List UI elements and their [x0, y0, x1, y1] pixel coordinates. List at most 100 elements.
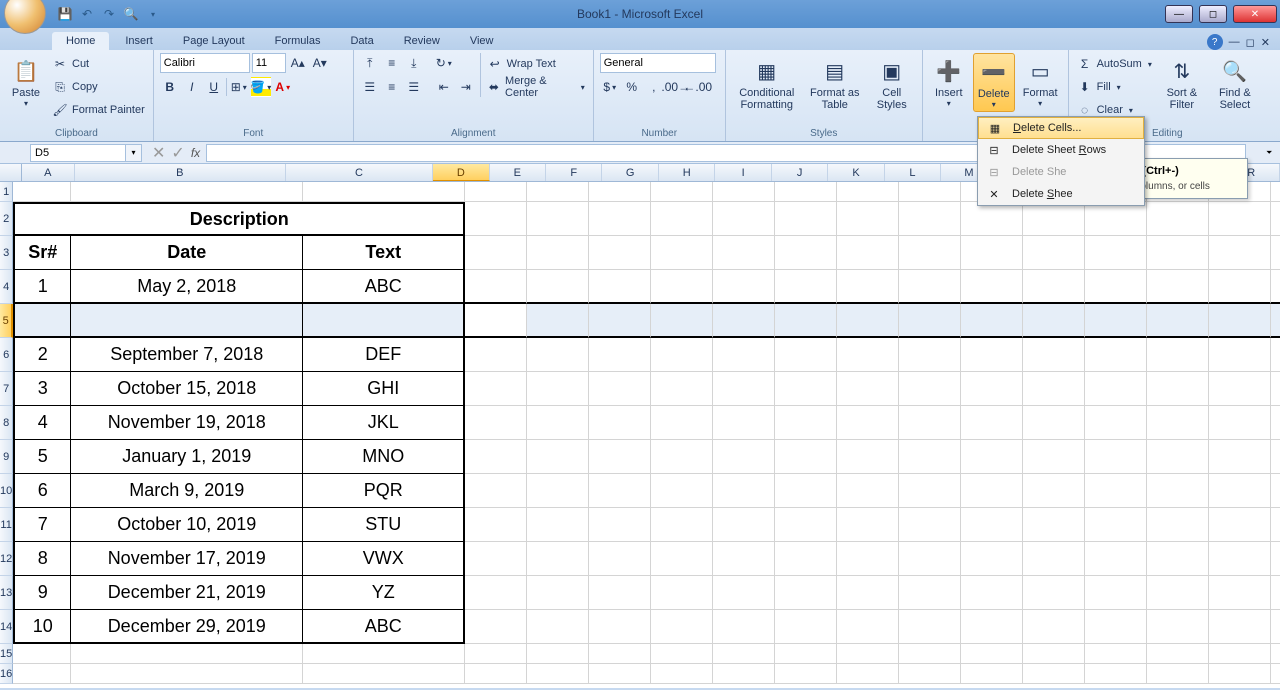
cell-header-date[interactable]: Date [71, 236, 303, 270]
cell[interactable] [527, 304, 589, 338]
cell[interactable] [837, 182, 899, 202]
font-color-icon[interactable]: A [273, 77, 293, 97]
cell[interactable] [713, 304, 775, 338]
cell[interactable] [465, 644, 527, 664]
cell[interactable] [837, 202, 899, 236]
cell[interactable] [13, 644, 71, 664]
cell[interactable]: STU [303, 508, 465, 542]
cell[interactable] [527, 644, 589, 664]
conditional-formatting-button[interactable]: ▦Conditional Formatting [732, 53, 802, 113]
decrease-decimal-icon[interactable]: ←.00 [688, 77, 708, 97]
cell[interactable] [1085, 202, 1147, 236]
cell[interactable] [775, 338, 837, 372]
cell[interactable]: 4 [13, 406, 71, 440]
orientation-icon[interactable]: ↻ [434, 53, 454, 73]
cell[interactable] [1023, 236, 1085, 270]
cell[interactable] [651, 182, 713, 202]
cell[interactable]: YZ [303, 576, 465, 610]
fill-button[interactable]: ⬇Fill [1075, 76, 1154, 98]
doc-restore-icon[interactable]: ◻ [1246, 36, 1255, 49]
cell[interactable] [465, 610, 527, 644]
cell[interactable] [71, 664, 303, 684]
cell[interactable] [1271, 304, 1280, 338]
cell[interactable] [1147, 474, 1209, 508]
cell[interactable] [961, 372, 1023, 406]
cell[interactable] [713, 236, 775, 270]
cell[interactable] [465, 664, 527, 684]
cell[interactable] [1085, 338, 1147, 372]
cell[interactable] [527, 202, 589, 236]
cell[interactable] [1023, 270, 1085, 304]
cell[interactable] [1085, 406, 1147, 440]
cell[interactable] [465, 508, 527, 542]
cell[interactable] [13, 304, 71, 338]
cell[interactable] [1085, 270, 1147, 304]
col-header-H[interactable]: H [659, 164, 715, 181]
cell[interactable] [589, 202, 651, 236]
cell[interactable] [651, 440, 713, 474]
cell[interactable]: October 15, 2018 [71, 372, 303, 406]
cell[interactable] [1209, 508, 1271, 542]
insert-cells-button[interactable]: ➕Insert▾ [929, 53, 969, 110]
cell[interactable] [465, 236, 527, 270]
cell[interactable]: MNO [303, 440, 465, 474]
cell[interactable]: November 19, 2018 [71, 406, 303, 440]
cell[interactable] [1085, 474, 1147, 508]
cell[interactable] [1023, 664, 1085, 684]
cell[interactable] [775, 236, 837, 270]
cell[interactable] [1147, 338, 1209, 372]
cell[interactable] [713, 338, 775, 372]
cell[interactable] [713, 474, 775, 508]
cell[interactable] [713, 202, 775, 236]
doc-close-icon[interactable]: ✕ [1261, 36, 1270, 49]
cell[interactable] [465, 576, 527, 610]
grow-font-icon[interactable]: A▴ [288, 53, 308, 73]
cell[interactable] [465, 542, 527, 576]
cell[interactable] [775, 202, 837, 236]
cell[interactable] [899, 372, 961, 406]
menu-delete-cells[interactable]: ▦ Delete Cells... [978, 117, 1144, 139]
cell[interactable]: 10 [13, 610, 71, 644]
cell[interactable] [527, 182, 589, 202]
cell-header-text[interactable]: Text [303, 236, 465, 270]
cell[interactable] [775, 542, 837, 576]
cell[interactable] [303, 664, 465, 684]
cell[interactable] [71, 644, 303, 664]
menu-delete-rows[interactable]: ⊟ Delete Sheet Rows [978, 139, 1144, 161]
cell[interactable] [899, 236, 961, 270]
qat-dropdown-icon[interactable]: ▾ [144, 5, 162, 23]
cell[interactable] [465, 406, 527, 440]
cell[interactable]: 6 [13, 474, 71, 508]
cell[interactable] [589, 182, 651, 202]
row-header-5[interactable]: 5 [0, 304, 13, 338]
cell[interactable] [651, 270, 713, 304]
cell[interactable]: JKL [303, 406, 465, 440]
format-as-table-button[interactable]: ▤Format as Table [806, 53, 864, 113]
cell[interactable] [589, 304, 651, 338]
cell[interactable] [1023, 644, 1085, 664]
cell[interactable] [1271, 440, 1280, 474]
find-select-button[interactable]: 🔍Find & Select [1210, 53, 1260, 113]
row-header-1[interactable]: 1 [0, 182, 13, 202]
cell[interactable]: 8 [13, 542, 71, 576]
cell[interactable] [1147, 508, 1209, 542]
cell[interactable] [1085, 508, 1147, 542]
cell[interactable] [775, 508, 837, 542]
cell[interactable]: December 21, 2019 [71, 576, 303, 610]
cell[interactable]: September 7, 2018 [71, 338, 303, 372]
cell[interactable] [1147, 542, 1209, 576]
cell[interactable] [1271, 610, 1280, 644]
cell[interactable] [1147, 406, 1209, 440]
border-icon[interactable]: ⊞ [229, 77, 249, 97]
name-box[interactable]: D5 [30, 144, 126, 162]
cell[interactable] [1147, 664, 1209, 684]
print-preview-icon[interactable]: 🔍 [122, 5, 140, 23]
row-header-15[interactable]: 15 [0, 644, 13, 664]
col-header-F[interactable]: F [546, 164, 602, 181]
doc-minimize-icon[interactable]: — [1229, 36, 1240, 48]
cell-styles-button[interactable]: ▣Cell Styles [868, 53, 916, 113]
row-header-4[interactable]: 4 [0, 270, 13, 304]
cell[interactable] [1271, 542, 1280, 576]
font-size-input[interactable] [252, 53, 286, 73]
cell[interactable] [1271, 474, 1280, 508]
